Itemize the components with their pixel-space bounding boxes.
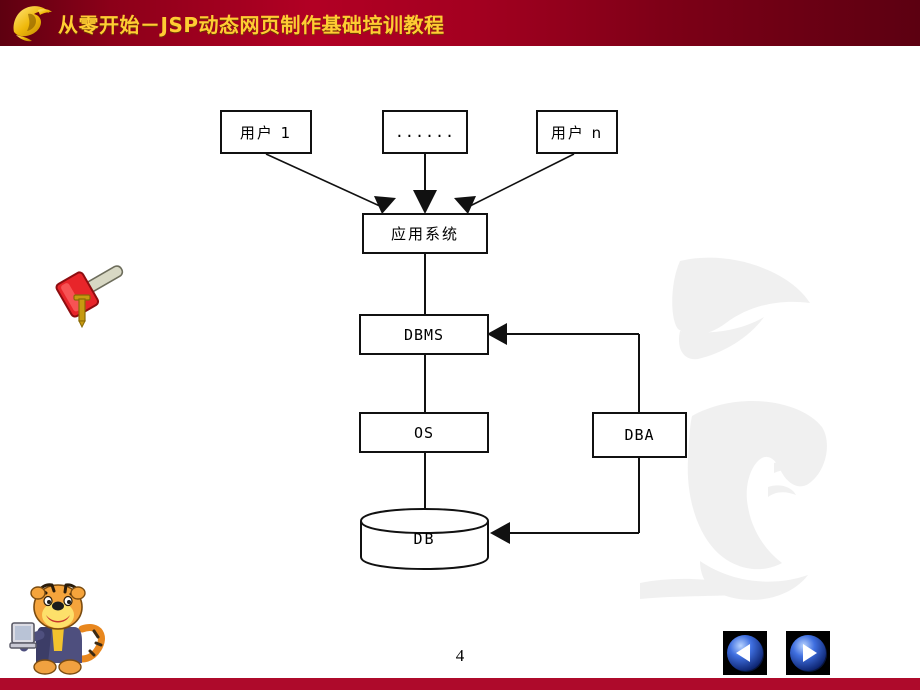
node-db-label: DB [413, 530, 436, 548]
slide-navigation [723, 631, 835, 675]
left-triangle-icon [727, 635, 764, 672]
right-triangle-icon [790, 635, 827, 672]
footer-strip [0, 678, 920, 690]
node-os[interactable]: OS [359, 412, 489, 453]
page-title: 从零开始－JSP动态网页制作基础培训教程 [58, 13, 445, 37]
tiger-mascot-icon [9, 583, 105, 675]
node-dba[interactable]: DBA [592, 412, 687, 458]
previous-slide-button[interactable] [723, 631, 767, 675]
node-application-system[interactable]: 应用系统 [362, 213, 488, 254]
next-slide-button[interactable] [786, 631, 830, 675]
node-db[interactable]: DB [357, 508, 492, 570]
node-user1[interactable]: 用户 1 [220, 110, 312, 154]
slide-content-area: 用户 1 ...... 用户 n 应用系统 DBMS OS DBA DB 4 [0, 46, 920, 678]
spartan-helmet-icon [13, 6, 52, 42]
title-bar: 从零开始－JSP动态网页制作基础培训教程 [0, 0, 920, 46]
node-user-n[interactable]: 用户 n [536, 110, 618, 154]
node-dbms[interactable]: DBMS [359, 314, 489, 355]
node-ellipsis[interactable]: ...... [382, 110, 468, 154]
